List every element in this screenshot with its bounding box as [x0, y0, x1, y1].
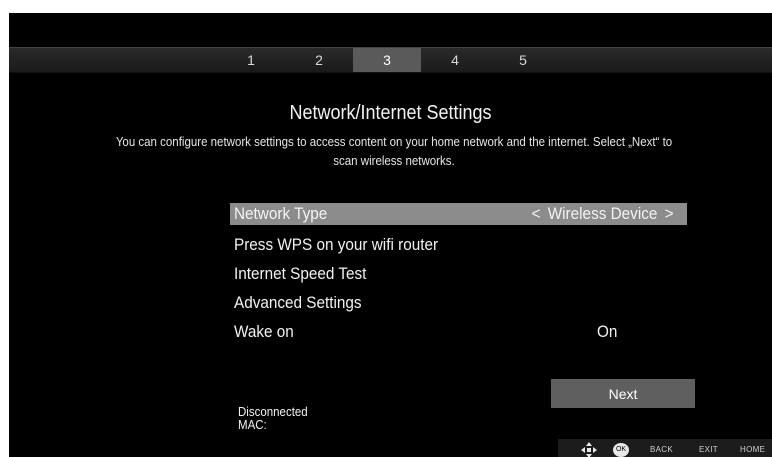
step-2: 2: [315, 52, 323, 68]
step-4: 4: [451, 52, 459, 68]
menu-item-advanced-settings[interactable]: Advanced Settings: [230, 290, 687, 319]
step-progress-bar: 1 2 3 4 5: [9, 47, 772, 73]
mac-address-label: MAC:: [238, 418, 267, 432]
remote-hint-bar: OK BACK EXIT HOME: [558, 439, 772, 457]
tv-screen: 1 2 3 4 5 Network/Internet Settings You …: [9, 13, 772, 457]
menu-item-speed-test[interactable]: Internet Speed Test: [230, 261, 687, 290]
wake-on-value: On: [597, 322, 618, 341]
next-button[interactable]: Next: [551, 379, 695, 408]
dpad-icon: [581, 442, 597, 457]
connection-status: Disconnected MAC:: [238, 406, 308, 432]
network-type-selector[interactable]: < Wireless Device >: [525, 203, 681, 225]
exit-hint: EXIT: [699, 445, 718, 454]
left-arrow-icon[interactable]: <: [525, 204, 548, 223]
page-title: Network/Internet Settings: [289, 102, 492, 124]
ok-button-icon: OK: [613, 443, 629, 457]
wake-on-label: Wake on: [234, 322, 294, 341]
right-arrow-icon[interactable]: >: [658, 204, 681, 223]
page-description: You can configure network settings to ac…: [115, 135, 673, 168]
settings-menu: Network Type < Wireless Device > Press WPS…: [230, 203, 687, 348]
step-5: 5: [519, 52, 527, 68]
network-type-value: Wireless Device: [547, 204, 658, 223]
menu-item-network-type[interactable]: Network Type < Wireless Device >: [230, 203, 687, 225]
back-hint: BACK: [650, 445, 673, 454]
advanced-settings-label: Advanced Settings: [234, 293, 362, 312]
network-type-label: Network Type: [234, 204, 328, 223]
wps-label: Press WPS on your wifi router: [234, 235, 439, 254]
menu-item-wake-on[interactable]: Wake on On: [230, 319, 687, 348]
speed-test-label: Internet Speed Test: [234, 264, 367, 283]
step-1: 1: [247, 52, 255, 68]
step-3-active: 3: [353, 48, 421, 72]
menu-item-wps[interactable]: Press WPS on your wifi router: [230, 232, 687, 261]
home-hint: HOME: [740, 445, 766, 454]
